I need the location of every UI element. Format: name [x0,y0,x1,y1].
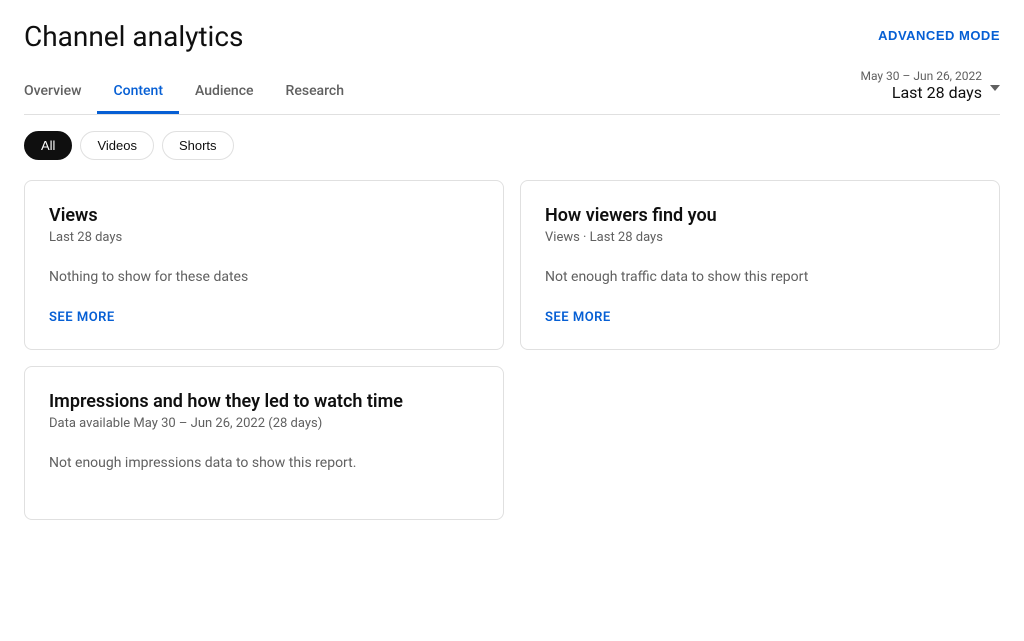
tab-overview[interactable]: Overview [24,71,97,114]
tab-audience[interactable]: Audience [179,71,270,114]
date-range-small: May 30 – Jun 26, 2022 [860,69,982,83]
views-see-more-link[interactable]: SEE MORE [49,310,115,325]
date-range-label: Last 28 days [892,83,982,102]
pill-all[interactable]: All [24,131,72,160]
impressions-card: Impressions and how they led to watch ti… [24,366,504,520]
impressions-card-subtitle: Data available May 30 – Jun 26, 2022 (28… [49,416,479,431]
views-card-subtitle: Last 28 days [49,230,479,245]
cards-bottom-grid: Impressions and how they led to watch ti… [24,366,1000,520]
date-selector[interactable]: May 30 – Jun 26, 2022 Last 28 days [860,69,1000,114]
views-card: Views Last 28 days Nothing to show for t… [24,180,504,350]
how-viewers-card-subtitle: Views · Last 28 days [545,230,975,245]
impressions-card-title: Impressions and how they led to watch ti… [49,391,479,412]
date-selector-text: May 30 – Jun 26, 2022 Last 28 days [860,69,982,102]
tab-research[interactable]: Research [270,71,360,114]
page-title: Channel analytics [24,20,243,53]
how-viewers-see-more-link[interactable]: SEE MORE [545,310,611,325]
page-container: Channel analytics ADVANCED MODE Overview… [0,0,1024,520]
impressions-card-empty-message: Not enough impressions data to show this… [49,455,479,471]
advanced-mode-button[interactable]: ADVANCED MODE [878,20,1000,51]
how-viewers-card-title: How viewers find you [545,205,975,226]
header: Channel analytics ADVANCED MODE [24,20,1000,53]
how-viewers-card: How viewers find you Views · Last 28 day… [520,180,1000,350]
how-viewers-card-empty-message: Not enough traffic data to show this rep… [545,269,975,285]
pill-videos[interactable]: Videos [80,131,154,160]
tabs-left: Overview Content Audience Research [24,71,360,113]
cards-top-grid: Views Last 28 days Nothing to show for t… [24,180,1000,350]
chevron-down-icon [990,85,1000,91]
filter-pills: All Videos Shorts [24,131,1000,160]
pill-shorts[interactable]: Shorts [162,131,234,160]
tab-content[interactable]: Content [97,71,179,114]
views-card-title: Views [49,205,479,226]
tabs-row: Overview Content Audience Research May 3… [24,69,1000,115]
views-card-empty-message: Nothing to show for these dates [49,269,479,285]
